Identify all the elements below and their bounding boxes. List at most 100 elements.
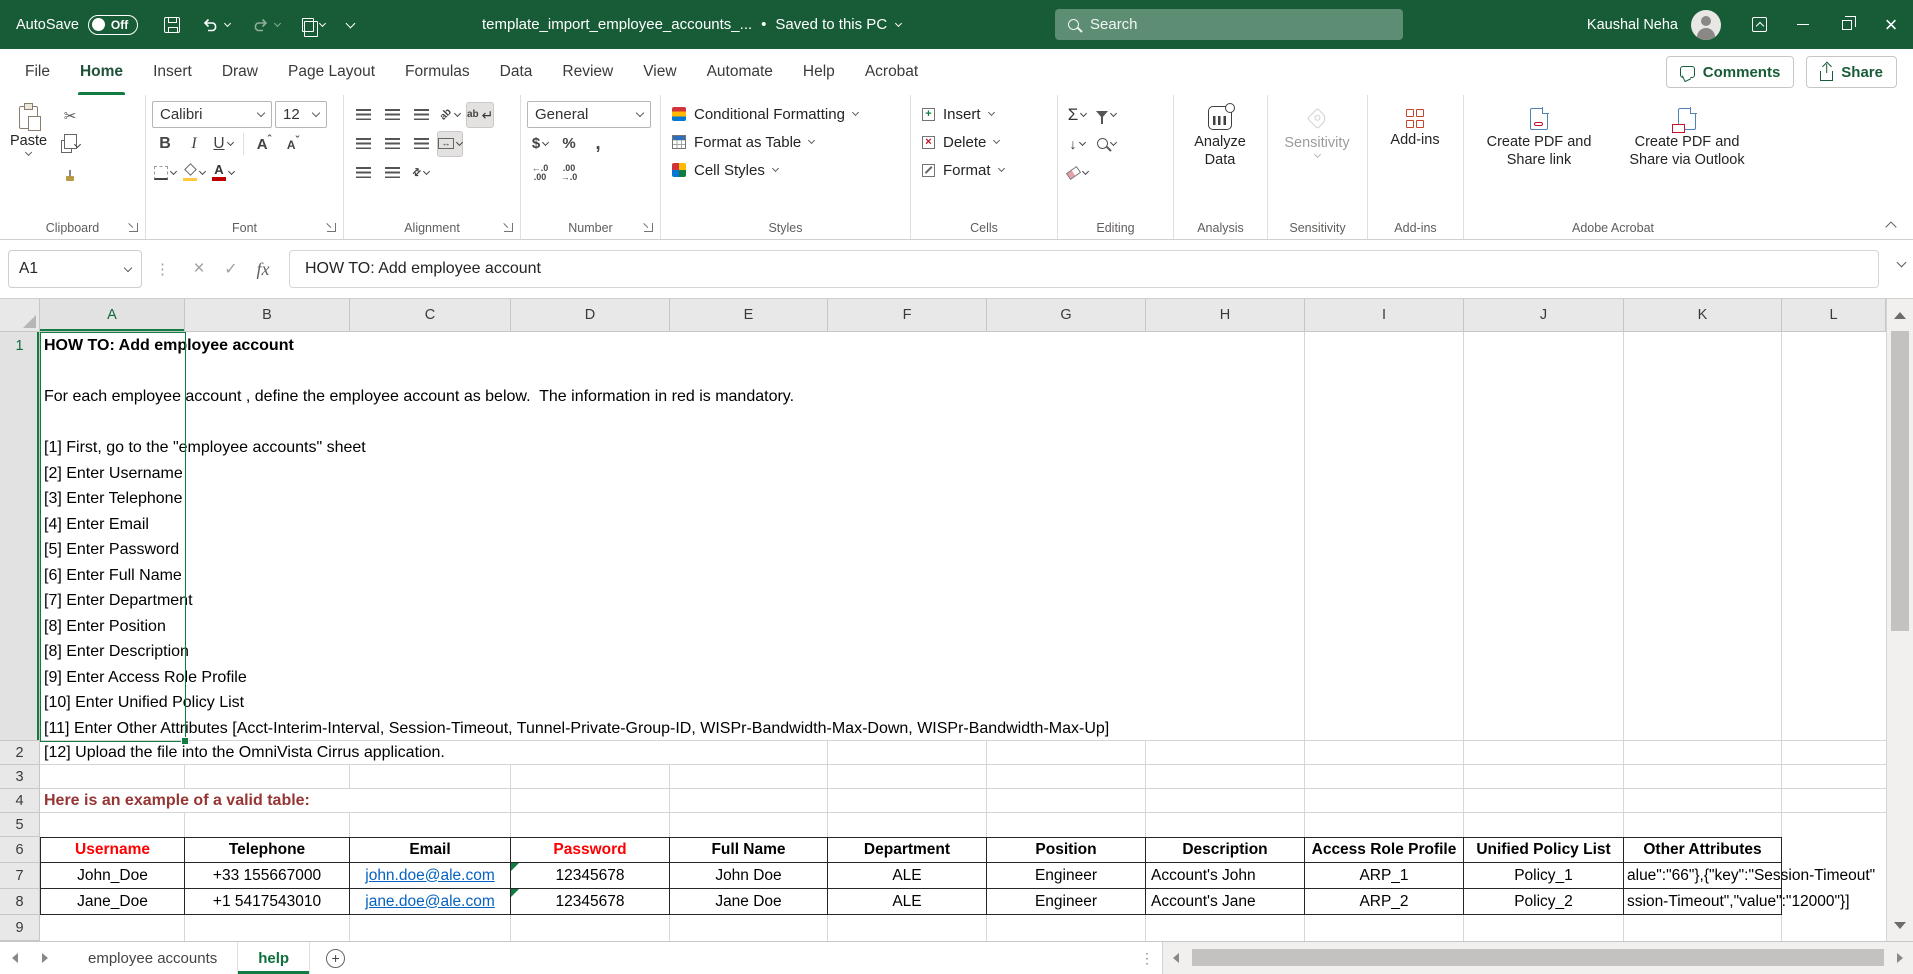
- clear-dropdown-icon[interactable]: [1081, 167, 1088, 174]
- scroll-up-arrow[interactable]: [1887, 301, 1913, 329]
- scroll-left-arrow[interactable]: [1163, 942, 1189, 974]
- decrease-font-size-button[interactable]: A: [280, 131, 306, 157]
- horizontal-scroll-track[interactable]: [1189, 942, 1887, 974]
- cell-D7[interactable]: 12345678: [511, 863, 670, 889]
- align-center-button[interactable]: [379, 131, 405, 157]
- ribbon-tab-home[interactable]: Home: [65, 49, 138, 95]
- cell-B8[interactable]: +1 5417543010: [185, 889, 350, 915]
- font-color-dropdown-icon[interactable]: [228, 167, 235, 174]
- ribbon-tab-draw[interactable]: Draw: [207, 49, 273, 95]
- cell-A6[interactable]: Username: [40, 837, 185, 863]
- find-select-button[interactable]: [1093, 131, 1119, 157]
- cell-C6[interactable]: Email: [350, 837, 511, 863]
- cell-J6[interactable]: Unified Policy List: [1464, 837, 1624, 863]
- cell-B7[interactable]: +33 155667000: [185, 863, 350, 889]
- horizontal-scrollbar[interactable]: [1162, 942, 1913, 974]
- alignment-dialog-launcher[interactable]: [504, 223, 513, 232]
- cell-F7[interactable]: ALE: [828, 863, 987, 889]
- row-header-2[interactable]: 2: [0, 741, 40, 765]
- find-dropdown-icon[interactable]: [1109, 138, 1116, 145]
- cell-A7[interactable]: John_Doe: [40, 863, 185, 889]
- cell-I6[interactable]: Access Role Profile: [1305, 837, 1464, 863]
- saved-status[interactable]: Saved to this PC: [775, 16, 887, 33]
- cell-A4[interactable]: Here is an example of a valid table:: [44, 789, 310, 812]
- accounting-format-button[interactable]: $: [527, 131, 553, 157]
- cell-F6[interactable]: Department: [828, 837, 987, 863]
- paste-dropdown-icon[interactable]: [25, 149, 32, 156]
- confirm-entry-button[interactable]: ✓: [215, 253, 247, 285]
- expand-formula-bar-icon[interactable]: [1897, 258, 1907, 268]
- search-input[interactable]: Search: [1055, 9, 1403, 40]
- column-header-L[interactable]: L: [1782, 299, 1886, 332]
- orientation-dropdown-icon[interactable]: [454, 109, 461, 116]
- row-header-1[interactable]: 1: [0, 332, 40, 741]
- ribbon-display-options-button[interactable]: [1737, 0, 1781, 49]
- cell-G6[interactable]: Position: [987, 837, 1146, 863]
- sheet-nav-right-button[interactable]: [30, 942, 60, 974]
- cell-K7[interactable]: alue":"66"},{"key":"Session-Timeout": [1624, 863, 1782, 889]
- column-header-B[interactable]: B: [185, 299, 350, 332]
- vertical-scroll-thumb[interactable]: [1891, 331, 1909, 631]
- font-size-select[interactable]: 12: [275, 101, 327, 128]
- sensitivity-button[interactable]: Sensitivity: [1274, 100, 1360, 212]
- email-link[interactable]: jane.doe@ale.com: [365, 893, 494, 911]
- sort-filter-button[interactable]: [1093, 102, 1119, 128]
- align-right-button[interactable]: [408, 131, 434, 157]
- cell-C7[interactable]: john.doe@ale.com: [350, 863, 511, 889]
- borders-button[interactable]: [152, 160, 178, 186]
- scroll-down-arrow[interactable]: [1887, 911, 1913, 939]
- insert-function-button[interactable]: fx: [247, 253, 279, 285]
- underline-dropdown-icon[interactable]: [227, 138, 234, 145]
- ribbon-tab-insert[interactable]: Insert: [138, 49, 207, 95]
- ribbon-tab-automate[interactable]: Automate: [692, 49, 788, 95]
- cell-K6[interactable]: Other Attributes: [1624, 837, 1782, 863]
- cell-H7[interactable]: Account's John: [1146, 863, 1305, 889]
- avatar[interactable]: [1691, 10, 1721, 40]
- cell-C8[interactable]: jane.doe@ale.com: [350, 889, 511, 915]
- row-header-6[interactable]: 6: [0, 837, 40, 863]
- cell-H8[interactable]: Account's Jane: [1146, 889, 1305, 915]
- fill-dropdown-icon[interactable]: [1078, 138, 1085, 145]
- cell-H6[interactable]: Description: [1146, 837, 1305, 863]
- sheet-nav-left-button[interactable]: [0, 942, 30, 974]
- font-dialog-launcher[interactable]: [327, 223, 336, 232]
- redo-button[interactable]: [252, 17, 280, 32]
- wrap-text-button[interactable]: ab↵: [466, 102, 494, 128]
- cell-J8[interactable]: Policy_2: [1464, 889, 1624, 915]
- create-pdf-share-link-button[interactable]: Create PDF and Share link: [1467, 100, 1611, 212]
- cut-button[interactable]: ✂: [57, 103, 83, 129]
- autosave-control[interactable]: AutoSave Off: [16, 15, 138, 35]
- cell-styles-button[interactable]: Cell Styles: [667, 156, 783, 184]
- cell-D6[interactable]: Password: [511, 837, 670, 863]
- cell-F8[interactable]: ALE: [828, 889, 987, 915]
- orientation-button[interactable]: ab: [437, 102, 463, 128]
- font-color-button[interactable]: A: [210, 160, 236, 186]
- name-box-dropdown-icon[interactable]: [124, 263, 132, 271]
- format-as-table-button[interactable]: Format as Table: [667, 128, 819, 156]
- formula-input[interactable]: HOW TO: Add employee account: [289, 250, 1879, 288]
- column-header-D[interactable]: D: [511, 299, 670, 332]
- italic-button[interactable]: I: [181, 131, 207, 157]
- horizontal-scroll-thumb[interactable]: [1192, 949, 1884, 966]
- ribbon-tab-acrobat[interactable]: Acrobat: [850, 49, 933, 95]
- redo-dropdown-icon[interactable]: [274, 19, 281, 26]
- delete-cells-button[interactable]: × Delete: [917, 128, 1004, 156]
- customize-quick-access-button[interactable]: [347, 23, 354, 27]
- collapse-ribbon-button[interactable]: [1881, 213, 1901, 231]
- increase-indent-button[interactable]: [379, 160, 405, 186]
- row-header-8[interactable]: 8: [0, 889, 40, 915]
- format-cells-button[interactable]: Format: [917, 156, 1009, 184]
- fill-color-button[interactable]: [181, 160, 207, 186]
- sheet-tab-employee-accounts[interactable]: employee accounts: [68, 942, 238, 974]
- merge-center-button[interactable]: ↔: [437, 131, 463, 157]
- ribbon-tab-review[interactable]: Review: [547, 49, 628, 95]
- comments-button[interactable]: Comments: [1666, 56, 1795, 88]
- clipboard-dialog-launcher[interactable]: [129, 223, 138, 232]
- merge-dropdown-icon[interactable]: [456, 138, 463, 145]
- saved-status-dropdown-icon[interactable]: [895, 19, 902, 26]
- column-header-C[interactable]: C: [350, 299, 511, 332]
- name-box[interactable]: A1: [8, 250, 142, 288]
- borders-dropdown-icon[interactable]: [170, 167, 177, 174]
- number-dialog-launcher[interactable]: [644, 223, 653, 232]
- currency-dropdown-icon[interactable]: [542, 138, 549, 145]
